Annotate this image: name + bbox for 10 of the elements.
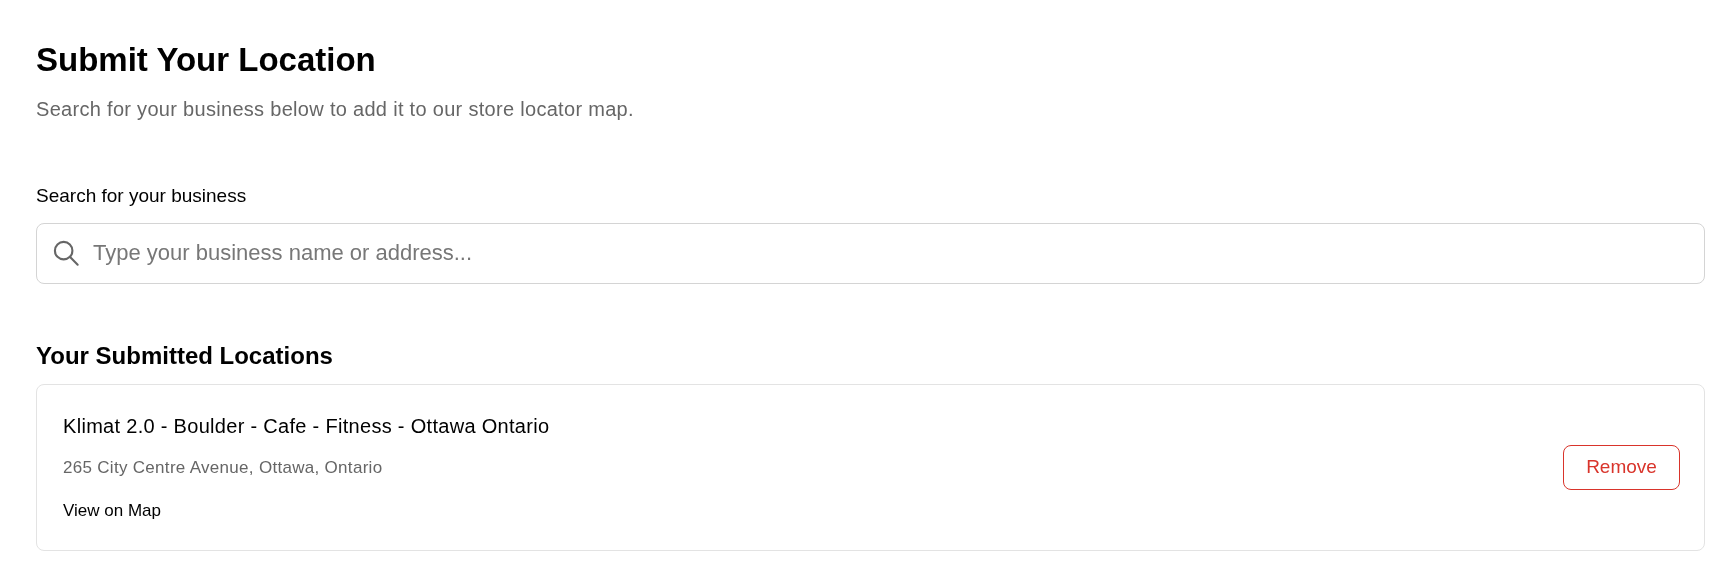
view-on-map-link[interactable]: View on Map <box>63 498 161 524</box>
search-icon <box>52 238 80 267</box>
remove-button[interactable]: Remove <box>1563 444 1680 490</box>
location-name: Klimat 2.0 - Boulder - Cafe - Fitness - Ottawa Ontario <box>63 413 550 439</box>
location-address: 265 City Centre Avenue, Ottawa, Ontario <box>63 456 383 479</box>
search-label: Search for your business <box>36 184 247 208</box>
search-field[interactable]: Type your business name or address... <box>36 222 1705 284</box>
section-heading: Your Submitted Locations <box>36 340 333 371</box>
page-subtitle: Search for your business below to add it to our store locator map. <box>36 97 635 122</box>
page-title: Submit Your Location <box>36 40 377 80</box>
